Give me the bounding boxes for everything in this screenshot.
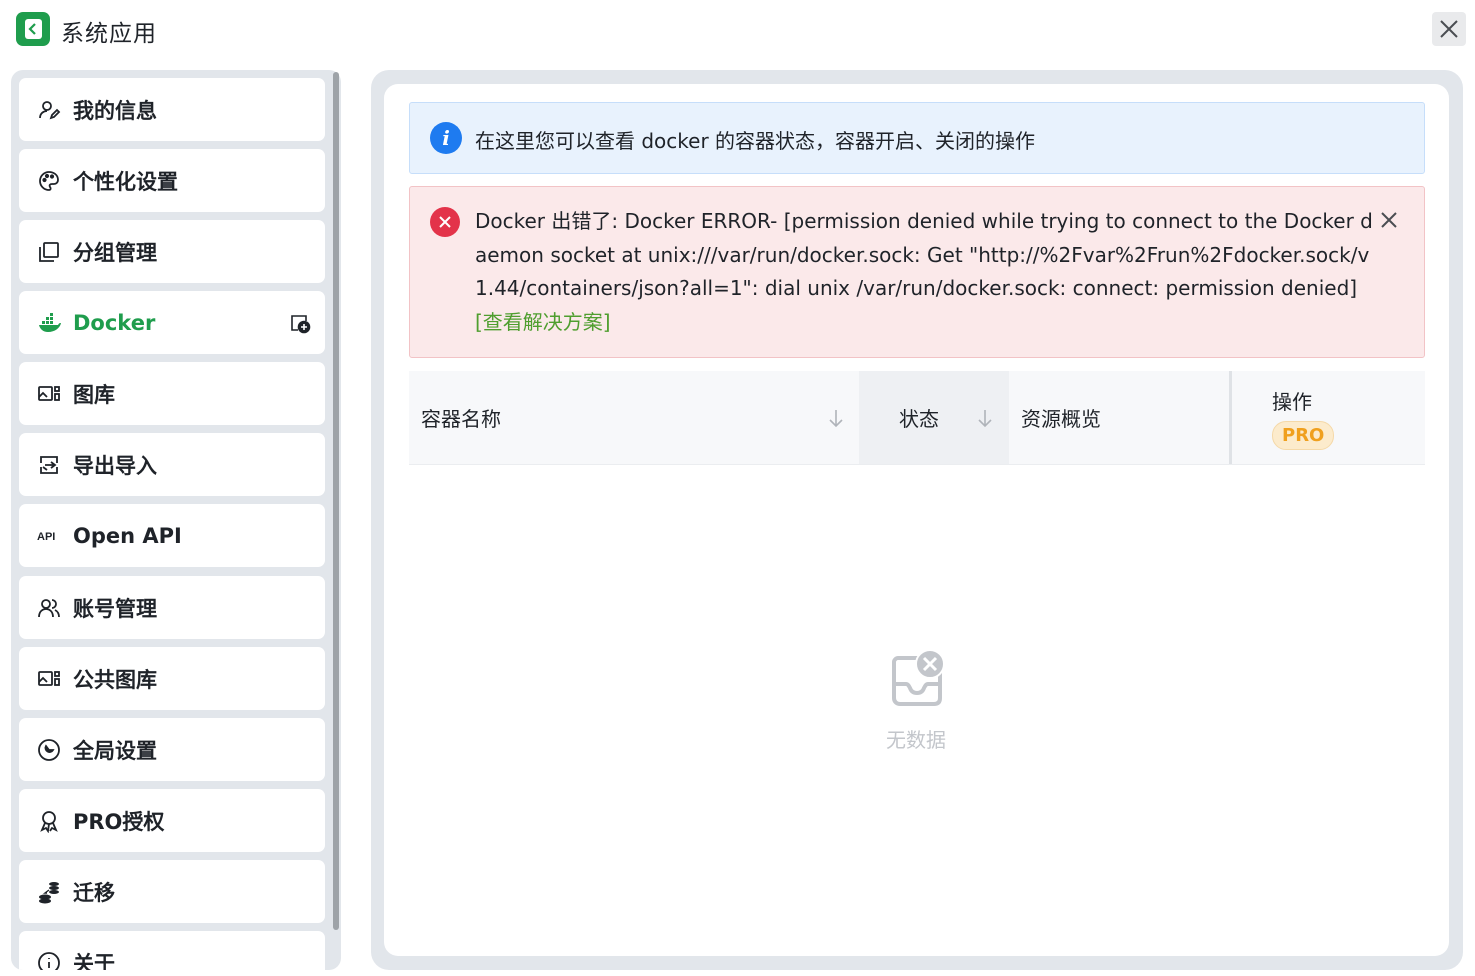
api-icon: API (36, 523, 61, 548)
sidebar-scrollbar[interactable] (333, 72, 339, 930)
migrate-icon (36, 879, 61, 904)
sidebar-item-accounts[interactable]: 账号管理 (19, 576, 325, 639)
sidebar-item-label: 导出导入 (73, 453, 157, 478)
svg-text:API: API (37, 531, 55, 543)
sidebar-item-groups[interactable]: 分组管理 (19, 220, 325, 283)
empty-inbox-icon (892, 649, 945, 706)
pro-badge: PRO (1272, 420, 1335, 450)
sidebar-item-label: PRO授权 (73, 809, 165, 834)
add-container-icon[interactable] (289, 312, 311, 334)
sidebar-item-label: Open API (73, 523, 182, 548)
layers-icon (36, 239, 61, 264)
column-label: 操作 (1272, 389, 1312, 414)
info-alert-text: 在这里您可以查看 docker 的容器状态，容器开启、关闭的操作 (475, 129, 1036, 153)
info-icon (36, 950, 61, 970)
docker-icon (36, 310, 61, 335)
users-icon (36, 595, 61, 620)
sidebar-item-gallery[interactable]: 图库 (19, 362, 325, 425)
column-label: 状态 (899, 407, 939, 431)
sidebar-item-docker[interactable]: Docker (19, 291, 325, 354)
sidebar-item-my-info[interactable]: 我的信息 (19, 78, 325, 141)
gallery-icon (36, 381, 61, 406)
app-logo (16, 12, 50, 46)
sort-arrow-icon[interactable] (827, 408, 845, 428)
column-header-actions: 操作 PRO (1229, 371, 1425, 464)
sidebar-item-personalization[interactable]: 个性化设置 (19, 149, 325, 212)
sidebar-item-public-gallery[interactable]: 公共图库 (19, 647, 325, 710)
empty-text: 无数据 (886, 728, 946, 752)
sidebar-item-label: 公共图库 (73, 667, 157, 692)
column-label: 资源概览 (1021, 407, 1101, 431)
info-alert: i 在这里您可以查看 docker 的容器状态，容器开启、关闭的操作 (409, 102, 1425, 174)
sidebar-item-label: 关于 (73, 951, 115, 971)
close-icon (1440, 20, 1458, 38)
sidebar-item-about[interactable]: 关于 (19, 931, 325, 970)
sidebar: 我的信息 个性化设置 分组管理 Docker 图库 导出导入 API Open … (11, 70, 341, 970)
palette-icon (36, 168, 61, 193)
empty-state: 无数据 (860, 648, 972, 758)
sidebar-item-label: 全局设置 (73, 738, 157, 763)
error-alert: Docker 出错了: Docker ERROR- [permission de… (409, 186, 1425, 358)
sidebar-item-label: 图库 (73, 382, 115, 407)
sidebar-item-global-settings[interactable]: 全局设置 (19, 718, 325, 781)
column-label: 容器名称 (421, 407, 501, 431)
global-settings-icon (36, 737, 61, 762)
sidebar-item-migrate[interactable]: 迁移 (19, 860, 325, 923)
sidebar-item-label: 个性化设置 (73, 169, 178, 194)
sort-arrow-icon[interactable] (976, 408, 994, 428)
window-title: 系统应用 (61, 21, 157, 47)
info-icon: i (430, 122, 462, 154)
sidebar-item-export-import[interactable]: 导出导入 (19, 433, 325, 496)
error-message: Docker 出错了: Docker ERROR- [permission de… (475, 209, 1373, 300)
sidebar-item-label: 分组管理 (73, 240, 157, 265)
column-header-resources: 资源概览 (1009, 371, 1229, 464)
column-header-name[interactable]: 容器名称 (409, 371, 859, 464)
close-button[interactable] (1432, 12, 1466, 46)
table-header: 容器名称 状态 资源概览 操作 PRO (409, 371, 1425, 465)
sidebar-item-label: 迁移 (73, 880, 115, 905)
sidebar-item-label: 我的信息 (73, 98, 157, 123)
gallery-icon (36, 666, 61, 691)
sidebar-item-label: Docker (73, 310, 156, 335)
sidebar-item-pro-license[interactable]: PRO授权 (19, 789, 325, 852)
close-icon (1381, 212, 1397, 228)
error-icon (430, 207, 460, 237)
solution-link[interactable]: [查看解决方案] (475, 310, 611, 334)
user-edit-icon (36, 97, 61, 122)
error-alert-text: Docker 出错了: Docker ERROR- [permission de… (475, 205, 1375, 339)
export-import-icon (36, 452, 61, 477)
title-bar: 系统应用 (0, 0, 1475, 60)
alert-close-button[interactable] (1378, 209, 1400, 231)
sidebar-item-label: 账号管理 (73, 596, 157, 621)
award-icon (36, 808, 61, 833)
sidebar-item-open-api[interactable]: API Open API (19, 504, 325, 567)
